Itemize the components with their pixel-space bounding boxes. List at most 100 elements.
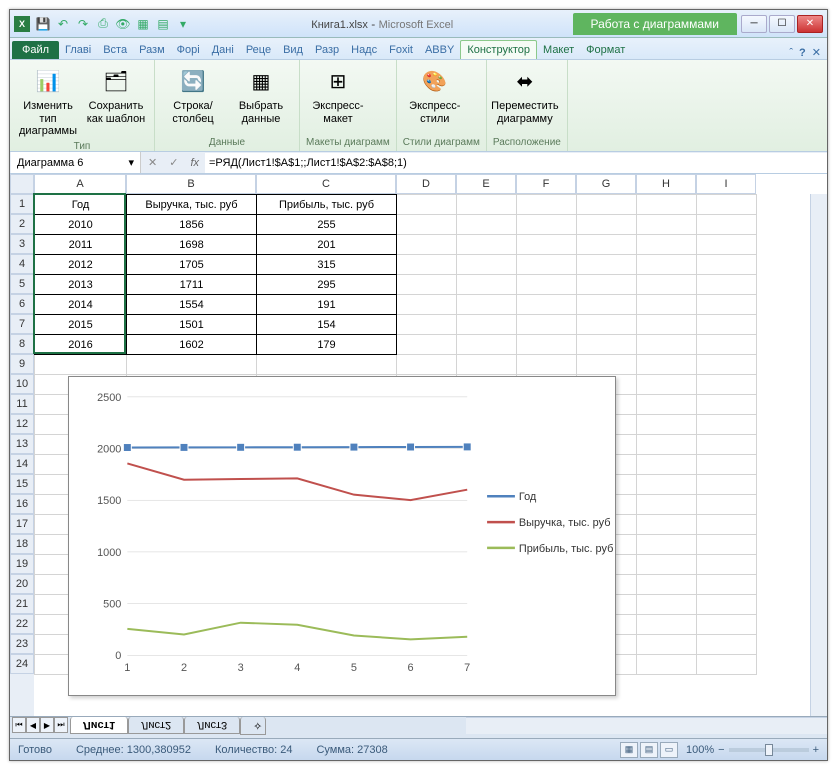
- cell[interactable]: [457, 315, 517, 335]
- fx-icon[interactable]: fx: [184, 157, 205, 169]
- col-header-c[interactable]: C: [256, 174, 396, 194]
- cell[interactable]: [397, 355, 457, 375]
- cell[interactable]: [697, 255, 757, 275]
- row-header[interactable]: 7: [10, 314, 34, 334]
- cell[interactable]: [397, 315, 457, 335]
- cell[interactable]: [697, 355, 757, 375]
- col-header-g[interactable]: G: [576, 174, 636, 194]
- cell[interactable]: Выручка, тыс. руб: [127, 195, 257, 215]
- cell[interactable]: Прибыль, тыс. руб: [257, 195, 397, 215]
- cell[interactable]: [697, 375, 757, 395]
- prev-sheet-icon[interactable]: ◀: [26, 717, 40, 733]
- row-header[interactable]: 10: [10, 374, 34, 394]
- cell[interactable]: [697, 235, 757, 255]
- cell[interactable]: [577, 335, 637, 355]
- cancel-icon[interactable]: ✕: [142, 156, 163, 169]
- quick-styles-button[interactable]: 🎨Экспресс-стили: [403, 64, 467, 127]
- col-header-i[interactable]: I: [696, 174, 756, 194]
- cell[interactable]: 1602: [127, 335, 257, 355]
- sheet-tab-2[interactable]: Лист2: [128, 717, 184, 734]
- cell[interactable]: 255: [257, 215, 397, 235]
- save-template-button[interactable]: 🗂Сохранить как шаблон: [84, 64, 148, 127]
- cell[interactable]: [517, 235, 577, 255]
- cell[interactable]: Год: [35, 195, 127, 215]
- cell[interactable]: [517, 275, 577, 295]
- redo-icon[interactable]: ↷: [74, 15, 92, 33]
- cell[interactable]: 201: [257, 235, 397, 255]
- cell[interactable]: [637, 595, 697, 615]
- cell[interactable]: 1554: [127, 295, 257, 315]
- cell[interactable]: [457, 255, 517, 275]
- tab-addins[interactable]: Надс: [345, 41, 383, 59]
- col-header-f[interactable]: F: [516, 174, 576, 194]
- cell[interactable]: 154: [257, 315, 397, 335]
- row-header[interactable]: 6: [10, 294, 34, 314]
- cell[interactable]: 1856: [127, 215, 257, 235]
- cell[interactable]: [637, 455, 697, 475]
- cell[interactable]: 315: [257, 255, 397, 275]
- cell[interactable]: [577, 215, 637, 235]
- cell[interactable]: [697, 515, 757, 535]
- cell[interactable]: 191: [257, 295, 397, 315]
- tab-data[interactable]: Дані: [206, 41, 240, 59]
- undo-icon[interactable]: ↶: [54, 15, 72, 33]
- tab-insert[interactable]: Вста: [97, 41, 133, 59]
- cell[interactable]: [637, 515, 697, 535]
- cell[interactable]: [397, 335, 457, 355]
- minimize-ribbon-icon[interactable]: ˆ: [789, 47, 793, 59]
- cell[interactable]: [457, 215, 517, 235]
- cell[interactable]: [637, 655, 697, 675]
- col-header-a[interactable]: A: [34, 174, 126, 194]
- tab-foxit[interactable]: Foxit: [383, 41, 419, 59]
- col-header-b[interactable]: B: [126, 174, 256, 194]
- zoom-control[interactable]: 100% − +: [686, 744, 819, 756]
- cell[interactable]: 2014: [35, 295, 127, 315]
- cell[interactable]: [457, 355, 517, 375]
- cell[interactable]: [637, 355, 697, 375]
- cell[interactable]: [577, 295, 637, 315]
- tab-view[interactable]: Вид: [277, 41, 309, 59]
- first-sheet-icon[interactable]: ⏮: [12, 717, 26, 733]
- cell[interactable]: [637, 215, 697, 235]
- cell[interactable]: [457, 195, 517, 215]
- name-box[interactable]: Диаграмма 6▾: [11, 152, 141, 173]
- cell[interactable]: [637, 475, 697, 495]
- cell[interactable]: [697, 335, 757, 355]
- cell[interactable]: [637, 295, 697, 315]
- quick-layout-button[interactable]: ⊞Экспресс-макет: [306, 64, 370, 127]
- row-header[interactable]: 14: [10, 454, 34, 474]
- cell[interactable]: [697, 495, 757, 515]
- cell[interactable]: [257, 355, 397, 375]
- row-header[interactable]: 20: [10, 574, 34, 594]
- cell[interactable]: [35, 355, 127, 375]
- sheet-tab-1[interactable]: Лист1: [70, 717, 128, 734]
- cell[interactable]: [127, 355, 257, 375]
- cell[interactable]: [577, 355, 637, 375]
- cell[interactable]: [697, 655, 757, 675]
- cell[interactable]: [637, 255, 697, 275]
- cell[interactable]: [697, 555, 757, 575]
- row-header[interactable]: 17: [10, 514, 34, 534]
- cell[interactable]: [397, 295, 457, 315]
- select-all-corner[interactable]: [10, 174, 34, 194]
- new-icon[interactable]: ▦: [134, 15, 152, 33]
- cell[interactable]: [697, 595, 757, 615]
- row-header[interactable]: 16: [10, 494, 34, 514]
- cell[interactable]: [397, 215, 457, 235]
- cell[interactable]: 1711: [127, 275, 257, 295]
- cell[interactable]: [397, 255, 457, 275]
- cell[interactable]: [517, 315, 577, 335]
- row-header[interactable]: 9: [10, 354, 34, 374]
- cell[interactable]: [577, 195, 637, 215]
- sheet-tab-3[interactable]: Лист3: [184, 717, 240, 734]
- doc-close-icon[interactable]: ✕: [812, 46, 821, 59]
- tab-home[interactable]: Главі: [59, 41, 97, 59]
- cell[interactable]: 1705: [127, 255, 257, 275]
- horizontal-scrollbar[interactable]: [466, 717, 827, 734]
- last-sheet-icon[interactable]: ⏭: [54, 717, 68, 733]
- tab-format[interactable]: Формат: [580, 41, 631, 59]
- cell[interactable]: 179: [257, 335, 397, 355]
- row-header[interactable]: 21: [10, 594, 34, 614]
- row-header[interactable]: 11: [10, 394, 34, 414]
- cell[interactable]: [697, 275, 757, 295]
